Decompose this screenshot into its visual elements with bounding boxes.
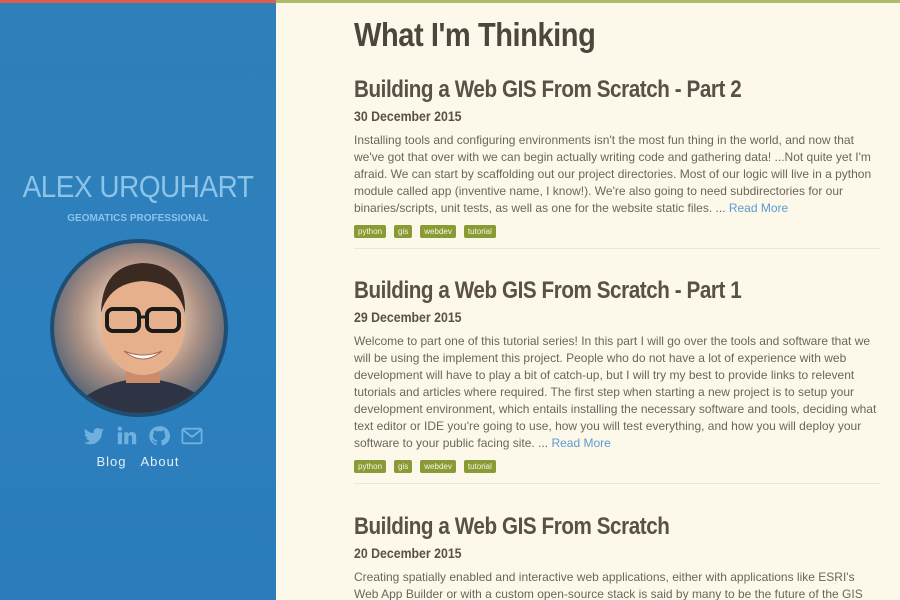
avatar — [50, 239, 228, 417]
post-date: 30 December 2015 — [354, 108, 462, 124]
post-excerpt-text: Installing tools and configuring environ… — [354, 133, 872, 215]
avatar-portrait — [54, 243, 224, 413]
post-tags: python gis webdev tutorial — [354, 225, 880, 238]
email-icon[interactable] — [181, 425, 203, 447]
post-excerpt: Creating spatially enabled and interacti… — [354, 569, 880, 600]
post-date: 29 December 2015 — [354, 309, 462, 325]
nav-link-blog[interactable]: Blog — [96, 454, 126, 469]
post-excerpt: Installing tools and configuring environ… — [354, 132, 880, 217]
tag-webdev[interactable]: webdev — [420, 225, 456, 238]
read-more-link[interactable]: Read More — [729, 201, 788, 215]
site-subtitle: GEOMATICS PROFESSIONAL — [67, 213, 209, 224]
tag-webdev[interactable]: webdev — [420, 460, 456, 473]
tag-gis[interactable]: gis — [394, 460, 413, 473]
nav-link-about[interactable]: About — [141, 454, 180, 469]
post-title[interactable]: Building a Web GIS From Scratch - Part 2 — [354, 74, 806, 106]
post-title[interactable]: Building a Web GIS From Scratch — [354, 511, 806, 543]
post-excerpt-text: Creating spatially enabled and interacti… — [354, 570, 863, 600]
post-card: Building a Web GIS From Scratch - Part 1… — [354, 275, 880, 484]
post-excerpt: Welcome to part one of this tutorial ser… — [354, 333, 880, 452]
tag-gis[interactable]: gis — [394, 225, 413, 238]
sidebar: ALEX URQUHART GEOMATICS PROFESSIONAL Blo… — [0, 0, 276, 600]
top-accent-bar — [276, 0, 900, 3]
post-tags: python gis webdev tutorial — [354, 460, 880, 473]
site-title[interactable]: ALEX URQUHART — [14, 169, 262, 205]
post-card: Building a Web GIS From Scratch - Part 2… — [354, 74, 880, 249]
twitter-icon[interactable] — [83, 425, 105, 447]
post-card: Building a Web GIS From Scratch 20 Decem… — [354, 511, 880, 600]
github-icon[interactable] — [148, 425, 171, 447]
post-date: 20 December 2015 — [354, 545, 462, 561]
tag-python[interactable]: python — [354, 225, 387, 238]
social-links — [83, 423, 203, 449]
page-title: What I'm Thinking — [354, 16, 596, 53]
sidebar-nav: Blog About — [0, 454, 276, 469]
tag-python[interactable]: python — [354, 460, 387, 473]
read-more-link[interactable]: Read More — [551, 436, 610, 450]
tag-tutorial[interactable]: tutorial — [463, 225, 496, 238]
tag-tutorial[interactable]: tutorial — [463, 460, 496, 473]
linkedin-icon[interactable] — [116, 425, 138, 447]
post-title[interactable]: Building a Web GIS From Scratch - Part 1 — [354, 275, 806, 307]
post-excerpt-text: Welcome to part one of this tutorial ser… — [354, 334, 877, 450]
